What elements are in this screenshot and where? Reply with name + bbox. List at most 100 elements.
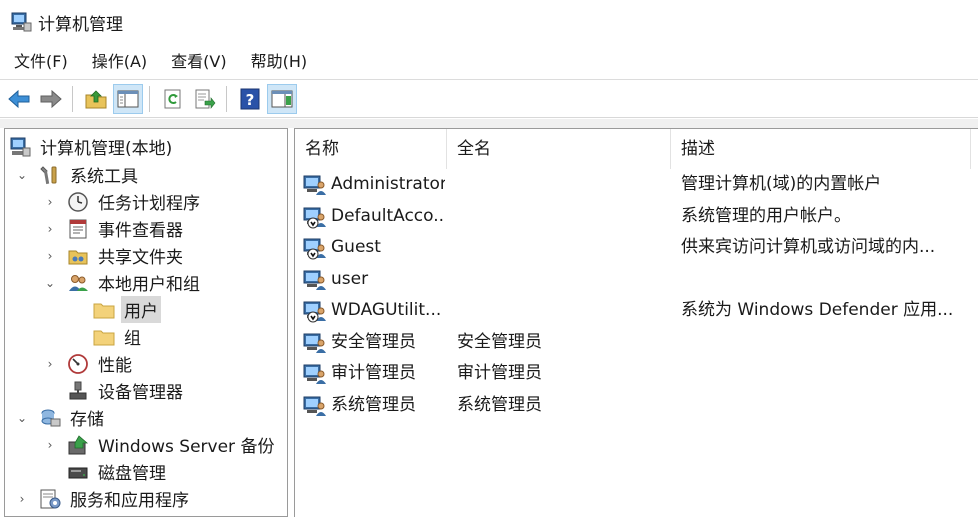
cell-description [681, 390, 975, 421]
cell-description: 系统管理的用户帐户。 [681, 205, 851, 226]
cell-description [681, 358, 975, 389]
folder-icon [93, 299, 115, 321]
cell-name: user [331, 268, 369, 289]
up-folder-icon [85, 89, 107, 108]
chevron-down-icon[interactable]: ⌄ [15, 168, 29, 182]
up-button[interactable] [81, 84, 111, 114]
cell-fullname: 审计管理员 [457, 363, 542, 383]
folder-icon [93, 326, 115, 348]
menu-file[interactable]: 文件(F) [0, 48, 80, 76]
tree-item-task-scheduler[interactable]: › 任务计划程序 [43, 188, 203, 215]
user-icon [303, 333, 326, 353]
cell-name: Guest [331, 237, 381, 257]
tree-item-windows-server-backup[interactable]: › Windows Server 备份 [43, 431, 277, 458]
tree-item-groups[interactable]: 组 [93, 323, 144, 350]
cell-fullname [457, 264, 667, 295]
tree-label: 系统工具 [70, 167, 138, 187]
tree-label: 服务和应用程序 [70, 491, 189, 511]
title-bar: 计算机管理 [0, 0, 978, 44]
forward-button[interactable] [36, 84, 66, 114]
export-list-button[interactable] [190, 84, 220, 114]
disabled-user-icon [303, 301, 326, 323]
chevron-down-icon[interactable]: ⌄ [43, 276, 57, 290]
cell-name: DefaultAcco... [331, 205, 445, 226]
cell-fullname: 系统管理员 [457, 394, 542, 415]
performance-gauge-icon [67, 353, 89, 375]
list-item[interactable]: 审计管理员 审计管理员 [295, 358, 978, 389]
tree-label: 用户 [121, 296, 161, 323]
toolbar-separator [226, 85, 227, 112]
chevron-right-icon[interactable]: › [43, 249, 57, 263]
result-list: 名称 全名 描述 Administrator 管理计算机(域)的内置帐户 Defau… [294, 128, 978, 517]
tree-item-shared-folders[interactable]: › 共享文件夹 [43, 242, 186, 269]
list-item[interactable]: WDAGUtilit... 系统为 Windows Defender 应用... [295, 295, 978, 326]
list-item[interactable]: Guest 供来宾访问计算机或访问域的内... [295, 232, 978, 263]
tree-label: 磁盘管理 [98, 464, 166, 484]
tree-item-services-apps[interactable]: › 服务和应用程序 [15, 485, 192, 512]
cell-description: 系统为 Windows Defender 应用... [681, 300, 954, 320]
show-hide-tree-button[interactable] [113, 83, 143, 114]
list-item[interactable]: 系统管理员 系统管理员 [295, 390, 978, 421]
menu-help[interactable]: 帮助(H) [239, 48, 320, 76]
tree-item-local-users-groups[interactable]: ⌄ 本地用户和组 [43, 269, 203, 296]
list-item[interactable]: user [295, 264, 978, 295]
cell-name: 安全管理员 [331, 331, 416, 352]
tree-item-event-viewer[interactable]: › 事件查看器 [43, 215, 186, 242]
tools-icon [39, 164, 61, 186]
cell-description [681, 327, 975, 358]
chevron-down-icon[interactable]: ⌄ [15, 411, 29, 425]
tree-label: 性能 [98, 356, 132, 376]
tree-item-users[interactable]: 用户 [93, 296, 161, 323]
cell-fullname [457, 169, 667, 200]
user-icon [303, 364, 326, 384]
shared-folder-icon [67, 245, 89, 267]
computer-management-icon [9, 136, 31, 158]
chevron-right-icon[interactable]: › [43, 195, 57, 209]
list-item[interactable]: 安全管理员 安全管理员 [295, 327, 978, 358]
list-header: 名称 全名 描述 [295, 129, 978, 169]
computer-management-icon [11, 12, 32, 32]
chevron-right-icon[interactable]: › [43, 357, 57, 371]
tree-item-disk-management[interactable]: 磁盘管理 [67, 458, 169, 485]
tree-label: 计算机管理(本地) [40, 139, 173, 159]
refresh-icon [164, 89, 181, 108]
chevron-right-icon[interactable]: › [43, 438, 57, 452]
tree-label: 任务计划程序 [98, 194, 200, 214]
tree-item-system-tools[interactable]: ⌄ 系统工具 [15, 161, 141, 188]
tree-label: 事件查看器 [98, 221, 183, 241]
console-tree: 计算机管理(本地) ⌄ 系统工具 › 任务计划程序 › 事件查看器 › 共享文件… [4, 128, 288, 517]
tree-item-root[interactable]: 计算机管理(本地) [9, 133, 175, 160]
back-button[interactable] [4, 84, 34, 114]
list-item[interactable]: DefaultAcco... 系统管理的用户帐户。 [295, 201, 978, 232]
event-log-icon [67, 218, 89, 240]
menu-action[interactable]: 操作(A) [80, 48, 159, 76]
chevron-right-icon[interactable]: › [43, 222, 57, 236]
action-pane-icon [271, 90, 293, 107]
tree-item-device-manager[interactable]: 设备管理器 [67, 377, 186, 404]
column-header-description[interactable]: 描述 [671, 129, 971, 169]
column-header-name[interactable]: 名称 [295, 129, 447, 169]
tree-label: 共享文件夹 [98, 248, 183, 268]
export-list-icon [195, 89, 216, 109]
disk-icon [67, 461, 89, 483]
action-pane-button[interactable] [267, 83, 297, 114]
column-header-fullname[interactable]: 全名 [447, 129, 671, 169]
list-item[interactable]: Administrator 管理计算机(域)的内置帐户 [295, 169, 978, 200]
cell-fullname: 安全管理员 [457, 331, 542, 352]
forward-arrow-icon [40, 89, 62, 108]
back-arrow-icon [8, 89, 30, 108]
help-icon: ? [240, 88, 260, 109]
help-button[interactable]: ? [235, 84, 265, 114]
refresh-button[interactable] [158, 84, 188, 114]
user-icon [303, 175, 326, 195]
chevron-right-icon[interactable]: › [15, 492, 29, 506]
svg-text:?: ? [246, 91, 255, 109]
window-title: 计算机管理 [38, 14, 123, 35]
device-manager-icon [67, 380, 89, 402]
tree-item-performance[interactable]: › 性能 [43, 350, 135, 377]
menu-view[interactable]: 查看(V) [159, 48, 238, 76]
tree-item-storage[interactable]: ⌄ 存储 [15, 404, 107, 431]
tree-label: 设备管理器 [98, 383, 183, 403]
tree-label: 组 [124, 329, 141, 349]
users-group-icon [67, 272, 89, 294]
